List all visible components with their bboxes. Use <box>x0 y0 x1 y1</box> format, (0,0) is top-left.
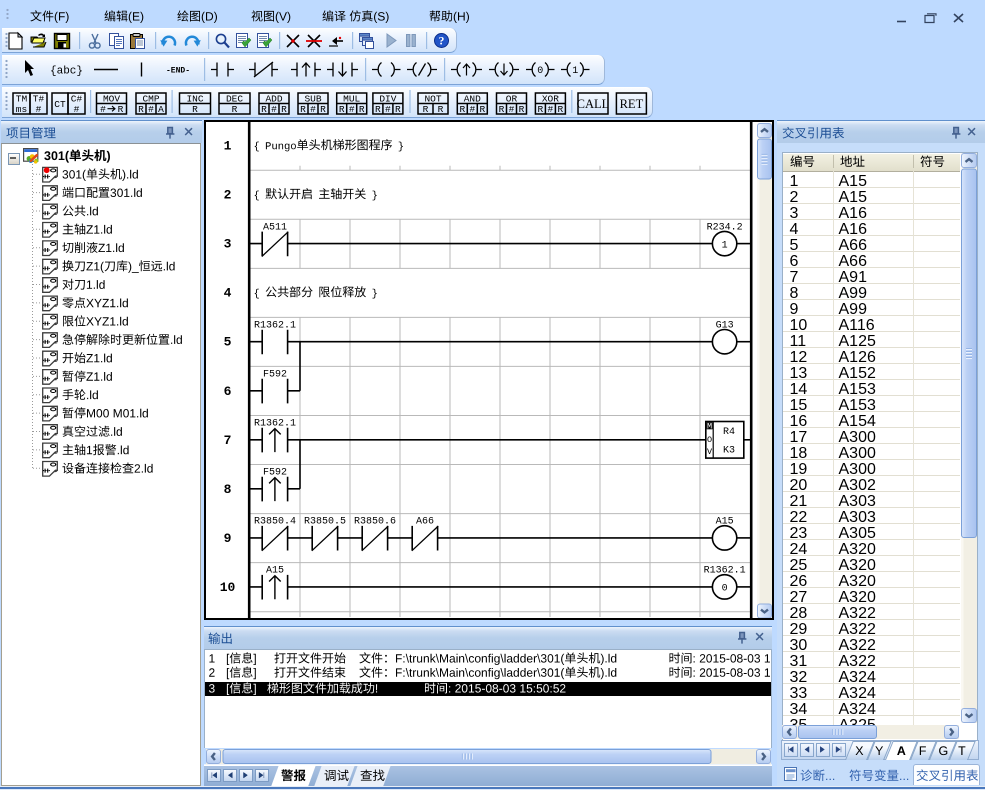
svg-text:K3: K3 <box>723 445 735 456</box>
svg-text:R: R <box>138 104 144 115</box>
svg-text:R: R <box>192 104 198 115</box>
svg-text:5: 5 <box>224 335 232 350</box>
svg-text:-END-: -END- <box>166 67 190 76</box>
svg-text:ms: ms <box>16 104 27 115</box>
svg-text:1: 1 <box>572 66 578 77</box>
svg-text:R: R <box>538 104 544 115</box>
svg-text:R: R <box>395 104 401 115</box>
svg-text:{abc}: {abc} <box>50 66 83 78</box>
svg-text:F592: F592 <box>263 369 287 380</box>
svg-text:R3850.5: R3850.5 <box>304 517 346 528</box>
svg-text:R: R <box>499 104 505 115</box>
svg-text:R: R <box>375 104 381 115</box>
svg-text:DEC: DEC <box>226 94 243 105</box>
svg-text:#: # <box>548 104 554 115</box>
svg-text:M: M <box>707 422 712 432</box>
svg-text:A511: A511 <box>263 222 287 233</box>
svg-text:V: V <box>707 447 713 457</box>
svg-text:4: 4 <box>224 286 232 301</box>
svg-text:R4: R4 <box>723 427 735 438</box>
svg-text:C#: C# <box>71 94 83 105</box>
svg-text:R: R <box>281 104 287 115</box>
svg-text:DIV: DIV <box>379 94 396 105</box>
svg-text:R: R <box>519 104 525 115</box>
svg-text:#: # <box>469 104 475 115</box>
svg-text:1: 1 <box>224 139 232 154</box>
svg-text:A15: A15 <box>266 566 284 577</box>
svg-text:10: 10 <box>220 580 236 595</box>
svg-text:1: 1 <box>722 240 728 251</box>
svg-text:R234.2: R234.2 <box>707 222 743 233</box>
svg-text:R: R <box>339 104 345 115</box>
svg-text:#: # <box>36 104 42 115</box>
svg-text:OR: OR <box>506 94 518 105</box>
svg-text:9: 9 <box>224 531 232 546</box>
svg-text:A66: A66 <box>416 517 434 528</box>
svg-text:MUL: MUL <box>343 94 360 105</box>
svg-text:R3850.4: R3850.4 <box>254 517 296 528</box>
svg-text:R: R <box>459 104 465 115</box>
svg-text:R: R <box>300 104 306 115</box>
svg-text:AND: AND <box>464 94 481 105</box>
svg-text:R: R <box>558 104 564 115</box>
svg-text:R: R <box>320 104 326 115</box>
svg-text:R: R <box>261 104 267 115</box>
svg-text:0: 0 <box>722 584 728 595</box>
svg-text:?: ? <box>439 36 445 48</box>
svg-text:F592: F592 <box>263 468 287 479</box>
svg-text:CALL: CALL <box>577 97 610 111</box>
svg-text:CMP: CMP <box>142 94 159 105</box>
svg-text:R: R <box>438 104 444 115</box>
svg-text:RET: RET <box>620 97 644 111</box>
svg-text:7: 7 <box>224 433 232 448</box>
svg-text:ADD: ADD <box>265 94 282 105</box>
svg-text:R1362.1: R1362.1 <box>254 320 296 331</box>
svg-text:INC: INC <box>186 94 203 105</box>
svg-text:XOR: XOR <box>542 94 559 105</box>
svg-text:R3850.6: R3850.6 <box>354 517 396 528</box>
svg-text:R: R <box>479 104 485 115</box>
svg-text:T#: T# <box>33 94 45 105</box>
svg-text:CT: CT <box>54 99 66 110</box>
svg-text:#: # <box>310 104 316 115</box>
svg-text:#: # <box>100 104 106 115</box>
svg-text:#: # <box>509 104 515 115</box>
svg-text:NOT: NOT <box>424 94 441 105</box>
svg-text:8: 8 <box>224 482 232 497</box>
svg-text:R: R <box>423 104 429 115</box>
svg-text:R: R <box>359 104 365 115</box>
svg-text:3: 3 <box>224 237 232 252</box>
svg-text:2: 2 <box>224 188 232 203</box>
svg-text:6: 6 <box>224 384 232 399</box>
svg-text:#: # <box>349 104 355 115</box>
svg-text:SUB: SUB <box>304 94 321 105</box>
svg-text:#: # <box>385 104 391 115</box>
svg-text:#: # <box>271 104 277 115</box>
svg-text:#: # <box>74 104 80 115</box>
svg-text:R: R <box>118 104 124 115</box>
svg-text:A: A <box>158 104 164 115</box>
svg-text:MOV: MOV <box>103 94 120 105</box>
svg-text:R1362.1: R1362.1 <box>254 419 296 430</box>
svg-text:#: # <box>148 104 154 115</box>
svg-text:R1362.1: R1362.1 <box>704 566 746 577</box>
svg-text:TM: TM <box>16 94 28 105</box>
svg-text:O: O <box>707 435 712 445</box>
svg-text:0: 0 <box>537 66 543 77</box>
svg-text:R: R <box>232 104 238 115</box>
svg-text:A15: A15 <box>716 517 734 528</box>
svg-text:G13: G13 <box>716 320 734 331</box>
